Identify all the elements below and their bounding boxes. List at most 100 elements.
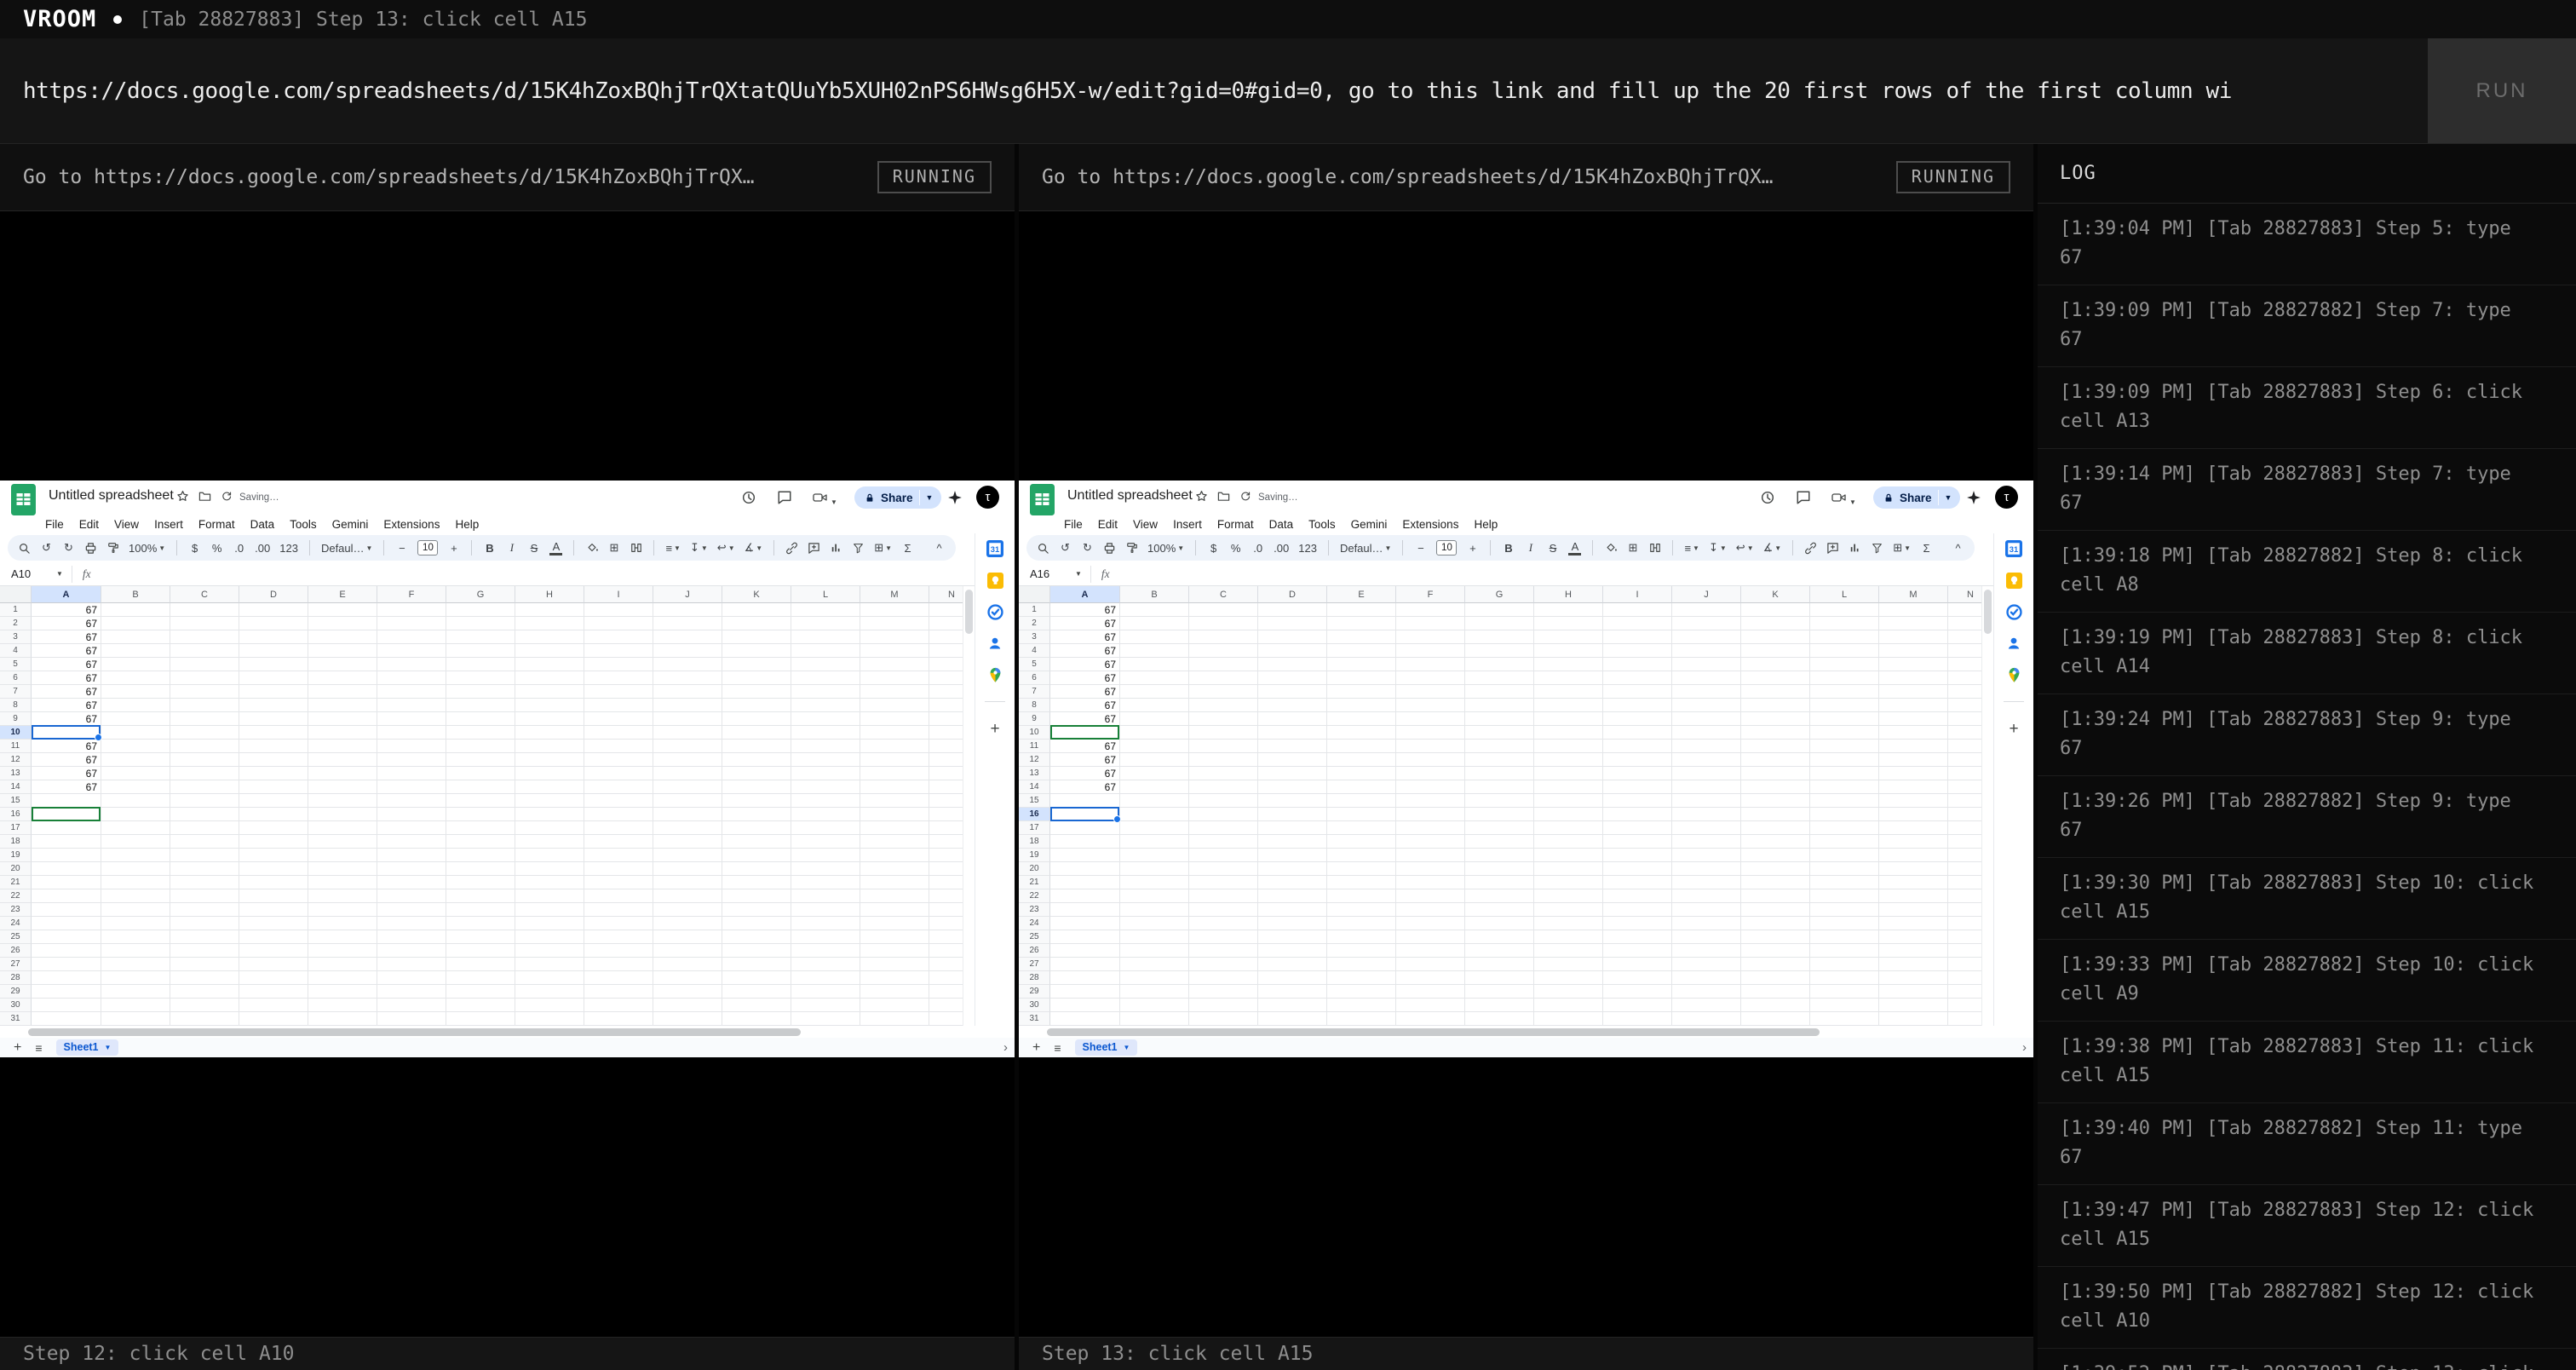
cell-K28[interactable] (1741, 971, 1810, 985)
cell-E5[interactable] (308, 658, 377, 671)
maps-icon[interactable] (986, 666, 1003, 683)
cell-K30[interactable] (1741, 999, 1810, 1012)
menu-file[interactable]: File (37, 518, 72, 531)
row-header-13[interactable]: 13 (0, 767, 32, 780)
cell-A1[interactable]: 67 (32, 603, 101, 617)
cell-M6[interactable] (1879, 671, 1948, 685)
cell-E6[interactable] (308, 671, 377, 685)
cell-D21[interactable] (239, 876, 308, 889)
cell-N2[interactable] (929, 617, 963, 630)
cell-I31[interactable] (1603, 1012, 1672, 1026)
cell-N14[interactable] (1948, 780, 1981, 794)
cell-N29[interactable] (929, 985, 963, 999)
row-header-29[interactable]: 29 (1019, 985, 1050, 999)
cell-E1[interactable] (308, 603, 377, 617)
cell-L28[interactable] (1810, 971, 1879, 985)
row-header-6[interactable]: 6 (1019, 671, 1050, 685)
cell-N1[interactable] (1948, 603, 1981, 617)
cell-M25[interactable] (860, 930, 929, 944)
paint-format-icon[interactable] (1125, 540, 1138, 555)
cell-F13[interactable] (1396, 767, 1465, 780)
tab-menu-icon[interactable]: ▼ (105, 1044, 112, 1051)
cell-I16[interactable] (1603, 808, 1672, 821)
cell-I16[interactable] (584, 808, 653, 821)
cell-G3[interactable] (1465, 630, 1534, 644)
cell-H11[interactable] (1534, 740, 1603, 753)
cell-B12[interactable] (1120, 753, 1189, 767)
cell-G1[interactable] (1465, 603, 1534, 617)
cell-H15[interactable] (1534, 794, 1603, 808)
text-wrap-select[interactable]: ↩ ▼ (1736, 540, 1754, 555)
cell-G18[interactable] (1465, 835, 1534, 849)
cell-I9[interactable] (1603, 712, 1672, 726)
font-size-input[interactable]: 10 (1436, 540, 1458, 555)
cell-L3[interactable] (1810, 630, 1879, 644)
cell-L21[interactable] (1810, 876, 1879, 889)
cell-G18[interactable] (446, 835, 515, 849)
cell-L3[interactable] (791, 630, 860, 644)
menu-tools[interactable]: Tools (1301, 518, 1343, 531)
cell-M27[interactable] (860, 958, 929, 971)
cell-J17[interactable] (653, 821, 722, 835)
cell-J9[interactable] (1672, 712, 1741, 726)
cell-G1[interactable] (446, 603, 515, 617)
cell-G10[interactable] (1465, 726, 1534, 740)
cell-G25[interactable] (446, 930, 515, 944)
cell-M17[interactable] (1879, 821, 1948, 835)
cell-B28[interactable] (1120, 971, 1189, 985)
row-header-28[interactable]: 28 (1019, 971, 1050, 985)
cell-G21[interactable] (1465, 876, 1534, 889)
cell-N21[interactable] (929, 876, 963, 889)
cell-I20[interactable] (1603, 862, 1672, 876)
cell-C19[interactable] (1189, 849, 1258, 862)
cell-I8[interactable] (584, 699, 653, 712)
cell-D2[interactable] (239, 617, 308, 630)
cell-L30[interactable] (1810, 999, 1879, 1012)
bold-button[interactable]: B (483, 540, 496, 555)
cell-H20[interactable] (515, 862, 584, 876)
row-header-8[interactable]: 8 (0, 699, 32, 712)
cell-N22[interactable] (1948, 889, 1981, 903)
column-header-D[interactable]: D (1258, 586, 1327, 603)
cell-J5[interactable] (1672, 658, 1741, 671)
cell-C4[interactable] (1189, 644, 1258, 658)
cell-D11[interactable] (239, 740, 308, 753)
cell-I24[interactable] (1603, 917, 1672, 930)
cell-E27[interactable] (308, 958, 377, 971)
cell-A18[interactable] (1050, 835, 1120, 849)
cell-N9[interactable] (929, 712, 963, 726)
cell-D9[interactable] (1258, 712, 1327, 726)
cell-L20[interactable] (791, 862, 860, 876)
cell-B9[interactable] (1120, 712, 1189, 726)
cell-E28[interactable] (308, 971, 377, 985)
cell-K17[interactable] (1741, 821, 1810, 835)
sheet-tab-active[interactable]: Sheet1 ▼ (55, 1039, 119, 1056)
cell-B9[interactable] (101, 712, 170, 726)
link-icon[interactable] (785, 540, 798, 555)
meet-icon[interactable]: ▼ (812, 491, 837, 509)
cell-C8[interactable] (1189, 699, 1258, 712)
cell-G16[interactable] (1465, 808, 1534, 821)
cell-L16[interactable] (1810, 808, 1879, 821)
cell-G17[interactable] (1465, 821, 1534, 835)
cell-B21[interactable] (101, 876, 170, 889)
cell-L12[interactable] (1810, 753, 1879, 767)
cell-A30[interactable] (32, 999, 101, 1012)
cell-M13[interactable] (1879, 767, 1948, 780)
cell-D20[interactable] (1258, 862, 1327, 876)
cell-G15[interactable] (446, 794, 515, 808)
cell-A3[interactable]: 67 (1050, 630, 1120, 644)
cell-D2[interactable] (1258, 617, 1327, 630)
cell-B23[interactable] (101, 903, 170, 917)
cell-E4[interactable] (308, 644, 377, 658)
cell-F21[interactable] (377, 876, 446, 889)
cell-B5[interactable] (101, 658, 170, 671)
cell-J3[interactable] (653, 630, 722, 644)
row-header-21[interactable]: 21 (1019, 876, 1050, 889)
row-header-27[interactable]: 27 (1019, 958, 1050, 971)
cell-F29[interactable] (1396, 985, 1465, 999)
cell-L29[interactable] (791, 985, 860, 999)
collapse-toolbar-button[interactable]: ^ (933, 540, 946, 555)
print-icon[interactable] (84, 540, 97, 555)
cell-L23[interactable] (791, 903, 860, 917)
